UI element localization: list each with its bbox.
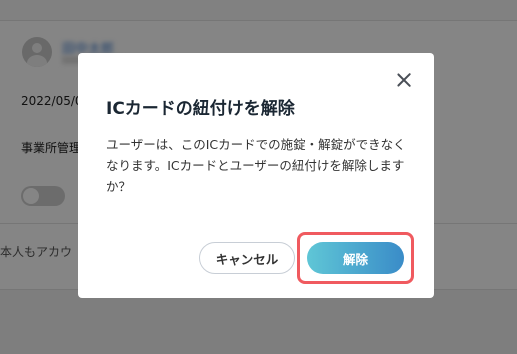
dialog-message: ユーザーは、このICカードでの施錠・解錠ができなくなります。ICカードとユーザー… [106,137,406,194]
unlink-button[interactable]: 解除 [307,242,404,274]
unlink-ic-card-dialog: ICカードの紐付けを解除 ユーザーは、このICカードでの施錠・解錠ができなくなり… [78,53,434,298]
dialog-title: ICカードの紐付けを解除 [106,99,295,119]
close-icon[interactable] [394,70,414,90]
cancel-button[interactable]: キャンセル [199,242,295,274]
